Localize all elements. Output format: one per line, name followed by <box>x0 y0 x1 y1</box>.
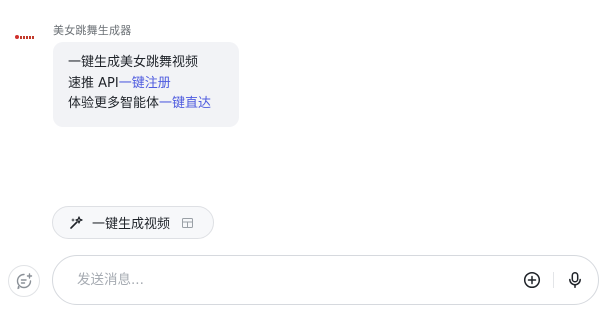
sparkle-wand-icon <box>70 215 83 229</box>
suggestion-label: 一键生成视频 <box>92 217 171 232</box>
new-chat-icon <box>16 273 33 290</box>
microphone-icon <box>569 272 581 289</box>
message-line-2: 速推 API一键注册 <box>68 74 224 95</box>
message-line-3-text: 体验更多智能体 <box>68 96 160 111</box>
composer-divider <box>553 272 554 288</box>
app-logo-icon <box>15 34 35 40</box>
bot-avatar <box>14 29 36 45</box>
message-composer <box>52 255 599 305</box>
go-direct-link[interactable]: 一键直达 <box>159 96 211 111</box>
voice-button[interactable] <box>564 269 586 291</box>
plus-circle-icon <box>523 271 541 289</box>
table-grid-icon <box>182 217 194 228</box>
new-chat-button[interactable] <box>8 265 40 297</box>
suggestion-chip[interactable]: 一键生成视频 <box>52 206 214 239</box>
message-line-2-text: 速推 API <box>68 75 119 91</box>
add-button[interactable] <box>521 269 543 291</box>
bot-name: 美女跳舞生成器 <box>53 24 132 37</box>
register-link[interactable]: 一键注册 <box>119 76 171 91</box>
message-input[interactable] <box>75 271 521 289</box>
message-line-3: 体验更多智能体一键直达 <box>68 94 224 115</box>
message-line-1: 一键生成美女跳舞视频 <box>68 55 199 70</box>
message-bubble: 一键生成美女跳舞视频 速推 API一键注册 体验更多智能体一键直达 <box>53 42 239 127</box>
